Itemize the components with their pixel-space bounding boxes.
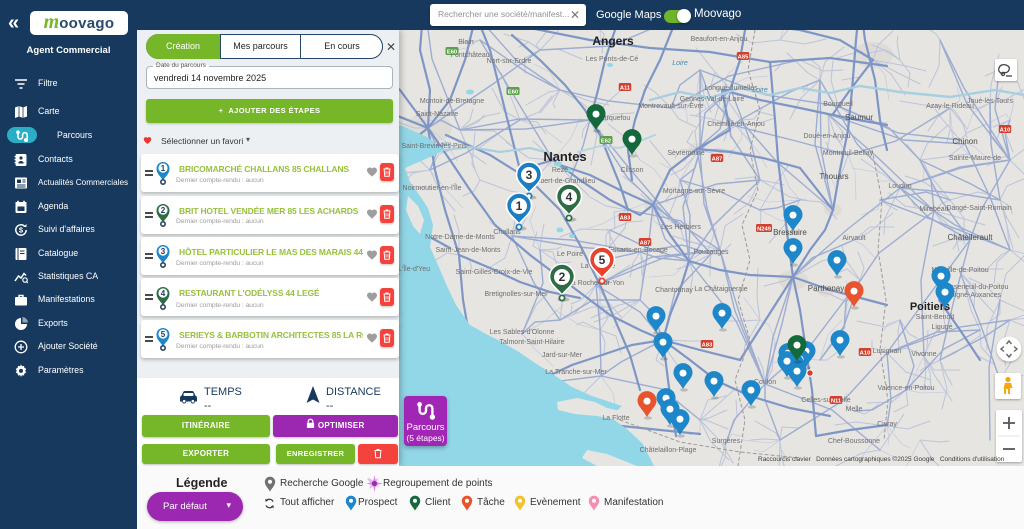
svg-text:L'Île-d'Yeu: L'Île-d'Yeu	[398, 264, 430, 273]
svg-text:Pouzauges: Pouzauges	[693, 249, 729, 256]
svg-text:La Roche-sur-Yon: La Roche-sur-Yon	[568, 280, 624, 287]
svg-text:Notre-Dame-de-Monts: Notre-Dame-de-Monts	[425, 234, 495, 241]
svg-text:Ligugé: Ligugé	[931, 324, 952, 331]
svg-text:Saumur: Saumur	[845, 113, 873, 122]
svg-text:Mortagne-sur-Sèvre: Mortagne-sur-Sèvre	[663, 188, 725, 195]
svg-text:5: 5	[599, 253, 606, 267]
svg-text:La Châtaigneraie: La Châtaigneraie	[694, 286, 747, 293]
svg-text:Le Poiré: Le Poiré	[557, 251, 583, 258]
svg-text:Talmont-Saint-Hilaire: Talmont-Saint-Hilaire	[500, 339, 565, 346]
svg-text:Thouars: Thouars	[819, 172, 848, 181]
svg-text:3: 3	[161, 247, 166, 256]
svg-text:2: 2	[559, 270, 566, 284]
svg-text:Saint-Jean-de-Monts: Saint-Jean-de-Monts	[436, 247, 501, 254]
svg-text:Migné-Auxances: Migné-Auxances	[949, 292, 1002, 299]
svg-text:A10: A10	[860, 350, 871, 356]
svg-text:$: $	[19, 226, 24, 235]
svg-text:Vivonne: Vivonne	[911, 351, 936, 358]
svg-text:A11: A11	[620, 85, 631, 91]
svg-text:Loire: Loire	[672, 60, 688, 67]
svg-text:Rezé: Rezé	[552, 167, 568, 174]
svg-text:Chef-Boussonne: Chef-Boussonne	[828, 438, 880, 445]
svg-text:A85: A85	[738, 54, 749, 60]
svg-text:Nantes: Nantes	[543, 149, 586, 164]
svg-text:E60: E60	[508, 89, 518, 95]
svg-text:Bourgueil: Bourgueil	[823, 101, 853, 108]
svg-text:1: 1	[516, 199, 523, 213]
svg-text:Saint-Brevin-les-Pins: Saint-Brevin-les-Pins	[401, 143, 467, 150]
svg-text:4: 4	[566, 190, 573, 204]
svg-text:Longué-Jumelles: Longué-Jumelles	[704, 85, 758, 92]
svg-text:Loire: Loire	[437, 141, 452, 148]
svg-text:Les Ponts-de-Cé: Les Ponts-de-Cé	[586, 56, 639, 63]
svg-text:Sainte-Maure-de: Sainte-Maure-de	[949, 155, 1001, 162]
svg-text:Chemillé-en-Anjou: Chemillé-en-Anjou	[707, 121, 765, 128]
svg-text:Loire: Loire	[752, 87, 768, 94]
svg-text:Gennes-Val-de-Loire: Gennes-Val-de-Loire	[680, 96, 745, 103]
svg-text:Saint-Benoît: Saint-Benoît	[916, 314, 955, 321]
svg-text:Joué-lès-Tours: Joué-lès-Tours	[967, 98, 1013, 105]
svg-text:Doué-en-Anjou: Doué-en-Anjou	[803, 133, 850, 140]
svg-text:A83: A83	[620, 215, 631, 221]
svg-text:Raccourcis clavier Données c: Raccourcis clavier Données cartographiqu…	[758, 455, 1005, 463]
svg-text:La Flotte: La Flotte	[602, 415, 629, 422]
svg-text:Valence-en-Poitou: Valence-en-Poitou	[877, 385, 934, 392]
svg-text:E62: E62	[601, 138, 611, 144]
svg-text:Chinon: Chinon	[952, 137, 977, 146]
svg-text:Montoir-de-Bretagne: Montoir-de-Bretagne	[420, 98, 484, 105]
svg-text:Les Sables-d'Olonne: Les Sables-d'Olonne	[490, 329, 555, 336]
svg-text:Nort-sur-Erdre: Nort-sur-Erdre	[487, 58, 532, 65]
svg-text:Montreuil-Bellay: Montreuil-Bellay	[823, 150, 874, 157]
svg-text:Beaufort-en-Anjou: Beaufort-en-Anjou	[691, 36, 748, 43]
svg-text:Bretignolles-sur-Mer: Bretignolles-sur-Mer	[484, 291, 548, 298]
svg-text:Surgères: Surgères	[712, 438, 741, 445]
svg-text:Parthenay: Parthenay	[808, 284, 844, 293]
svg-text:A10: A10	[1000, 127, 1011, 133]
svg-text:4: 4	[161, 288, 166, 297]
svg-text:Saint-Nazaire: Saint-Nazaire	[416, 111, 459, 118]
svg-text:Chantonnay: Chantonnay	[655, 287, 693, 294]
svg-text:Celles-sur-Belle: Celles-sur-Belle	[801, 397, 851, 404]
svg-text:E60: E60	[447, 49, 457, 55]
svg-text:Les Herbiers: Les Herbiers	[661, 224, 701, 231]
svg-text:3: 3	[526, 168, 533, 182]
svg-text:N249: N249	[757, 226, 772, 232]
svg-text:N11: N11	[831, 398, 842, 404]
svg-text:Loudun: Loudun	[888, 183, 911, 190]
svg-text:Blain: Blain	[458, 39, 474, 46]
svg-text:Châtellerault: Châtellerault	[948, 233, 994, 242]
svg-text:Mirebeau: Mirebeau	[919, 206, 948, 213]
svg-text:Dangé-Saint-Romain: Dangé-Saint-Romain	[946, 205, 1011, 212]
svg-text:Noirmoutier-en-l'Île: Noirmoutier-en-l'Île	[403, 183, 462, 192]
svg-text:Airvault: Airvault	[842, 235, 865, 242]
svg-text:Sèvremoine: Sèvremoine	[667, 150, 704, 157]
svg-text:A87: A87	[712, 156, 723, 162]
svg-text:Clisson: Clisson	[621, 167, 644, 174]
svg-text:2: 2	[161, 205, 166, 214]
svg-text:La Tranche-sur-Mer: La Tranche-sur-Mer	[545, 369, 607, 376]
svg-text:Lusignan: Lusignan	[873, 348, 902, 355]
svg-text:A83: A83	[702, 342, 713, 348]
svg-text:Châtelaillon-Plage: Châtelaillon-Plage	[640, 447, 697, 454]
svg-text:Angers: Angers	[592, 34, 634, 48]
svg-text:Civray: Civray	[877, 421, 897, 428]
svg-text:Essarts-en-Bocage: Essarts-en-Bocage	[608, 247, 668, 254]
svg-text:Saint-Gilles-Croix-de-Vie: Saint-Gilles-Croix-de-Vie	[456, 269, 533, 276]
svg-text:A87: A87	[640, 240, 651, 246]
svg-text:Jard-sur-Mer: Jard-sur-Mer	[542, 352, 583, 359]
svg-text:1: 1	[161, 164, 166, 173]
svg-text:5: 5	[161, 330, 166, 339]
svg-text:Melle: Melle	[846, 406, 863, 413]
